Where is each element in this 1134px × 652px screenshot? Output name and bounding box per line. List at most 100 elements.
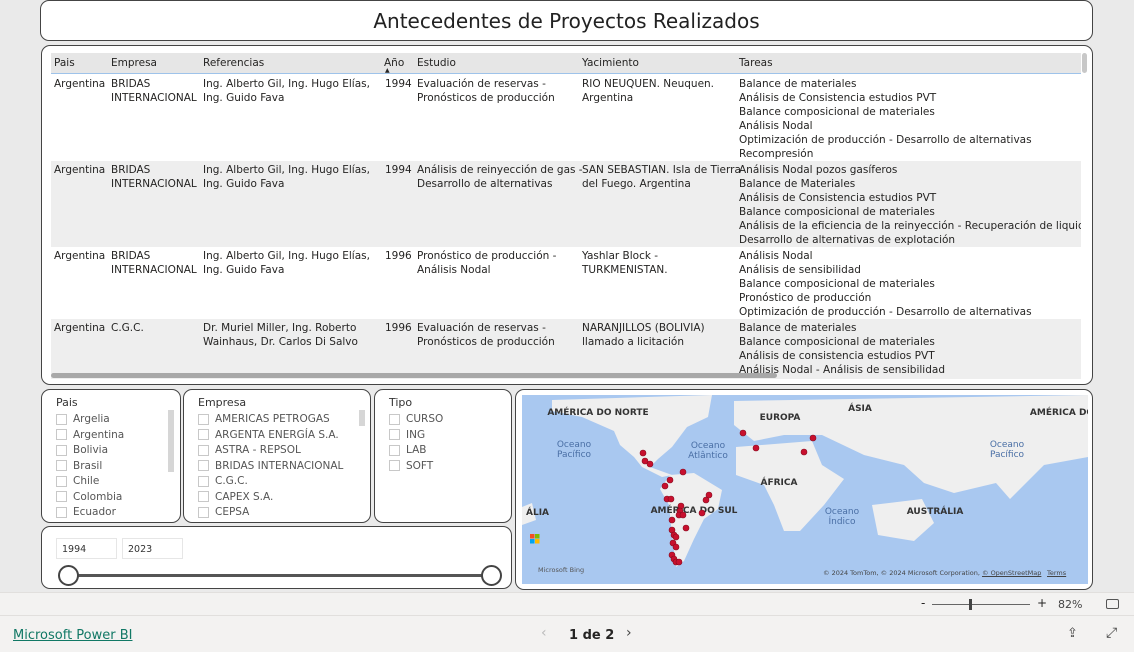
slicer-option[interactable]: C.G.C. — [198, 475, 248, 487]
checkbox[interactable] — [56, 475, 67, 487]
zoom-slider-thumb[interactable] — [969, 599, 972, 610]
slicer-option[interactable]: Chile — [56, 475, 99, 487]
checkbox[interactable] — [198, 475, 209, 487]
cell-empresa: BRIDAS — [111, 78, 151, 90]
zoom-in-button[interactable]: + — [1037, 596, 1047, 610]
map-label: ÁFRICA — [761, 476, 798, 488]
terms-link[interactable]: Terms — [1047, 569, 1066, 577]
slider-handle-max[interactable] — [481, 565, 502, 586]
cell-referencias: Dr. Muriel Miller, Ing. Roberto — [203, 322, 357, 334]
checkbox[interactable] — [56, 429, 67, 440]
slicer-option[interactable]: AMERICAS PETROGAS — [198, 413, 330, 425]
column-header[interactable]: Tareas — [739, 56, 773, 70]
column-header[interactable]: Referencias — [203, 56, 264, 70]
fullscreen-icon[interactable]: ⤢ — [1106, 625, 1117, 641]
slicer-option[interactable]: ARGENTA ENERGÍA S.A. — [198, 429, 339, 441]
slicer-option[interactable]: Argelia — [56, 413, 110, 425]
checkbox[interactable] — [389, 460, 400, 471]
cell-tarea: Análisis de Consistencia estudios PVT — [739, 92, 937, 104]
slider-handle-min[interactable] — [58, 565, 79, 586]
slicer-option[interactable]: Bolivia — [56, 444, 108, 456]
column-header[interactable]: Empresa — [111, 56, 157, 70]
map-label: AMÉRICA DO SUL — [651, 504, 738, 516]
option-label: C.G.C. — [215, 475, 248, 487]
slicer-option[interactable]: CURSO — [389, 413, 443, 425]
checkbox[interactable] — [198, 460, 209, 471]
cell-yacimiento: Yashlar Block - — [582, 250, 659, 262]
checkbox[interactable] — [198, 413, 209, 425]
checkbox[interactable] — [198, 506, 209, 518]
slicer-option[interactable]: LAB — [389, 444, 426, 456]
checkbox[interactable] — [389, 444, 400, 456]
slicer-option[interactable]: ING — [389, 429, 425, 441]
slicer-option[interactable]: CEPSA — [198, 506, 249, 518]
checkbox[interactable] — [389, 413, 400, 425]
year-max-input[interactable]: 2023 — [122, 538, 183, 559]
checkbox[interactable] — [198, 491, 209, 502]
checkbox[interactable] — [198, 429, 209, 440]
cell-referencias: Ing. Guido Fava — [203, 264, 285, 276]
checkbox[interactable] — [56, 491, 67, 502]
cell-yacimiento: Argentina — [582, 92, 634, 104]
map-label: Oceano — [557, 440, 592, 450]
option-label: Ecuador — [73, 506, 116, 518]
checkbox[interactable] — [56, 444, 67, 456]
cell-yacimiento: NARANJILLOS (BOLIVIA) — [582, 322, 705, 334]
option-label: CAPEX S.A. — [215, 490, 274, 503]
map-marker — [682, 524, 690, 532]
slicer-pais: Pais Argelia Argentina Bolivia Brasil Chile C… — [41, 389, 181, 523]
column-header[interactable]: Yacimiento — [582, 56, 639, 70]
next-page-icon[interactable]: › — [626, 625, 632, 641]
slicer-scrollbar[interactable] — [168, 410, 174, 472]
slicer-option[interactable]: ASTRA - REPSOL — [198, 444, 301, 456]
column-header[interactable]: Estudio — [417, 56, 456, 70]
map-label: Pacífico — [557, 450, 592, 460]
cell-anio: 1994 — [385, 78, 412, 90]
option-label: Colombia — [73, 490, 123, 503]
slicer-option[interactable]: Ecuador — [56, 506, 116, 518]
option-label: SOFT — [406, 459, 434, 472]
share-icon[interactable]: ⇪ — [1067, 626, 1078, 641]
cell-empresa: INTERNACIONAL — [111, 264, 197, 276]
cell-pais: Argentina — [54, 322, 106, 334]
checkbox[interactable] — [56, 460, 67, 471]
cell-estudio: Pronósticos de producción — [417, 336, 555, 348]
slicer-option[interactable]: Argentina — [56, 429, 124, 441]
cell-estudio: Análisis de reinyección de gas - — [417, 164, 583, 176]
horizontal-scrollbar[interactable] — [51, 373, 777, 378]
slicer-option[interactable]: SOFT — [389, 460, 433, 472]
column-header[interactable]: Pais — [54, 56, 75, 70]
map-marker — [705, 491, 713, 499]
slicer-option[interactable]: BRIDAS INTERNACIONAL — [198, 460, 343, 472]
prev-page-icon[interactable]: ‹ — [541, 625, 547, 641]
vertical-scrollbar[interactable] — [1082, 53, 1087, 73]
slicer-option[interactable]: CAPEX S.A. — [198, 491, 273, 503]
checkbox[interactable] — [198, 444, 209, 456]
power-bi-link[interactable]: Microsoft Power BI — [13, 628, 132, 643]
zoom-out-button[interactable]: - — [921, 596, 925, 610]
slicer-scrollbar[interactable] — [359, 410, 365, 426]
cell-empresa: INTERNACIONAL — [111, 92, 197, 104]
year-min-input[interactable]: 1994 — [56, 538, 117, 559]
cell-anio: 1996 — [385, 250, 412, 262]
checkbox[interactable] — [56, 413, 67, 425]
zoom-slider[interactable] — [932, 604, 1030, 605]
cell-referencias: Ing. Alberto Gil, Ing. Hugo Elías, — [203, 78, 370, 90]
fit-to-page-icon[interactable] — [1106, 599, 1119, 609]
map-marker — [661, 482, 669, 490]
bing-logo-icon — [530, 534, 535, 539]
cell-tarea: Análisis Nodal — [739, 120, 813, 132]
cell-empresa: BRIDAS — [111, 250, 151, 262]
checkbox[interactable] — [56, 506, 67, 518]
slicer-option[interactable]: Colombia — [56, 491, 122, 503]
cell-tarea: Balance composicional de materiales — [739, 278, 935, 290]
openstreetmap-link[interactable]: © OpenStreetMap — [982, 569, 1041, 577]
cell-estudio: Pronósticos de producción — [417, 92, 555, 104]
map-marker — [679, 511, 687, 519]
page-title: Antecedentes de Proyectos Realizados — [373, 8, 760, 33]
slicer-option[interactable]: Brasil — [56, 460, 102, 472]
cell-tarea: Análisis Nodal pozos gasíferos — [739, 164, 898, 176]
option-label: CURSO — [406, 413, 444, 425]
checkbox[interactable] — [389, 429, 400, 440]
world-map[interactable]: AMÉRICA DO NORTE EUROPA ÁSIA AMÉRICA DO Ocea… — [522, 395, 1088, 584]
